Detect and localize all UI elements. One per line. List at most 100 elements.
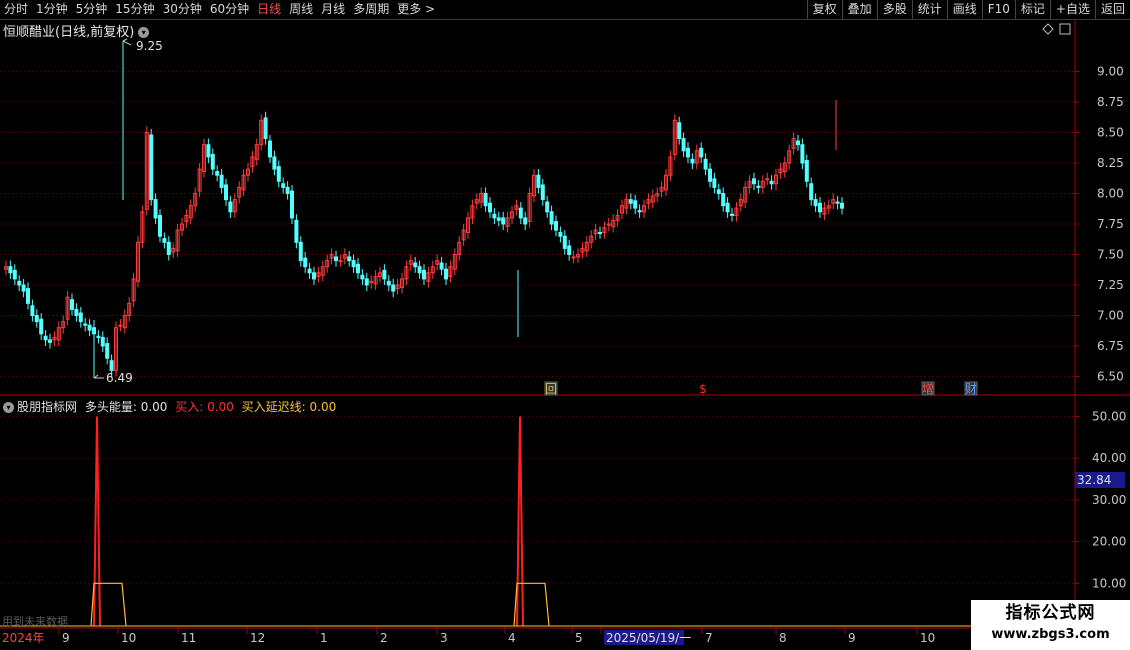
candle-body: [347, 256, 352, 262]
candle-body: [686, 147, 690, 158]
candle-body: [17, 280, 22, 286]
candle-body: [312, 272, 316, 280]
candle-body: [752, 178, 756, 185]
candle-body: [364, 278, 369, 286]
price-tick-label: 8.75: [1097, 95, 1124, 109]
candle-body: [386, 280, 391, 286]
date-axis-label: 4: [508, 631, 516, 645]
candle-body: [303, 257, 308, 268]
candle-body: [21, 284, 26, 292]
price-tick-label: 8.50: [1097, 126, 1124, 140]
kline-chart[interactable]: 9.00 8.75 8.50 8.25 8.00 7.75 7.50 7.25 7.00 6.75…: [0, 0, 1130, 650]
diamond-icon: [1042, 23, 1054, 35]
high-price-label: 9.25: [136, 39, 163, 53]
candle-body: [8, 266, 13, 274]
chevron-down-icon[interactable]: ▾: [3, 402, 14, 413]
candle-body: [545, 201, 550, 213]
candle-body: [228, 201, 233, 213]
candle-body: [818, 202, 822, 213]
candle-body: [413, 262, 418, 268]
candle-body: [721, 193, 726, 207]
indicator-title: ▾ 股朋指标网 多头能量: 0.00 买入: 0.00 买入延迟线: 0.00: [3, 398, 336, 415]
date-axis-label: 7: [705, 631, 713, 645]
candle-body: [483, 193, 488, 207]
candle-body: [540, 184, 545, 201]
event-marker: $: [699, 382, 707, 396]
candle-body: [356, 263, 360, 274]
candle-body: [562, 235, 567, 249]
candle-body: [391, 284, 396, 292]
future-data-note: 用到未来数据: [2, 615, 68, 628]
candle-body: [149, 134, 154, 201]
low-marker-arrow: [93, 374, 104, 379]
price-tick-label: 9.00: [1097, 65, 1124, 79]
date-axis-label: 10: [920, 631, 935, 645]
price-tick-label: 8.25: [1097, 156, 1124, 170]
candle-body: [699, 147, 704, 158]
candle-body: [263, 117, 268, 140]
candle-body: [835, 201, 840, 204]
date-axis-label: 1: [320, 631, 328, 645]
candle-body: [268, 140, 272, 158]
candle-body: [307, 268, 312, 274]
candle-body: [681, 138, 686, 152]
indicator-tick-label: 30.00: [1092, 493, 1126, 507]
candle-body: [74, 308, 79, 316]
indicator-line3-label: 买入延迟线: 0.00: [241, 400, 337, 414]
indicator-tick-label: 10.00: [1092, 576, 1126, 590]
date-axis-label: 12: [250, 631, 265, 645]
price-tick-label: 6.75: [1097, 339, 1124, 353]
candle-body: [628, 199, 633, 204]
indicator-tick-label: 40.00: [1092, 451, 1126, 465]
candle-body: [417, 266, 422, 274]
candle-body: [488, 202, 492, 213]
price-tick-label: 7.25: [1097, 278, 1124, 292]
candle-body: [219, 174, 224, 188]
price-tick-label: 7.75: [1097, 217, 1124, 231]
candle-body: [162, 238, 167, 243]
date-axis-label: 5: [575, 631, 583, 645]
date-axis-label: 9: [62, 631, 70, 645]
indicator-tick-label: 50.00: [1092, 410, 1126, 424]
candle-body: [518, 207, 523, 219]
candle-body: [813, 199, 818, 207]
candle-body: [96, 335, 101, 338]
candle-body: [492, 213, 497, 219]
high-marker-arrow: [122, 38, 132, 46]
candle-body: [571, 256, 576, 259]
candle-body: [690, 158, 695, 164]
candle-body: [334, 256, 338, 262]
watermark-title: 指标公式网: [1005, 603, 1096, 623]
candle-body: [153, 199, 158, 219]
candle-body: [39, 318, 44, 335]
buy-delay-line: [90, 582, 127, 627]
candle-body: [637, 210, 642, 213]
candle-body: [26, 288, 30, 304]
date-axis-label: 3: [440, 631, 448, 645]
low-price-label: 6.49: [106, 371, 133, 385]
candle-body: [501, 217, 506, 225]
indicator-name: 股朋指标网: [17, 400, 78, 414]
candle-body: [677, 122, 682, 140]
site-watermark: 指标公式网 www.zbgs3.com: [971, 600, 1130, 650]
candle-body: [210, 153, 215, 170]
date-axis-label: 2025/05/19/一: [606, 631, 691, 645]
candle-body: [83, 323, 88, 326]
candle-body: [496, 217, 501, 221]
candle-body: [34, 315, 39, 323]
candle-body: [272, 156, 277, 170]
candle-body: [215, 171, 220, 176]
candle-body: [70, 299, 74, 310]
indicator-line2-label: 买入: 0.00: [175, 400, 234, 414]
price-tick-label: 7.50: [1097, 248, 1124, 262]
candle-body: [298, 241, 303, 262]
candle-body: [87, 324, 92, 331]
event-marker: 回: [545, 382, 557, 396]
panel-toggle-icon: [1059, 23, 1071, 35]
candle-body: [338, 260, 343, 263]
candle-body: [712, 178, 717, 188]
event-marker: 增: [922, 382, 934, 396]
candle-body: [105, 343, 110, 359]
candle-body: [804, 160, 809, 182]
current-value-label: 32.84: [1077, 473, 1111, 487]
